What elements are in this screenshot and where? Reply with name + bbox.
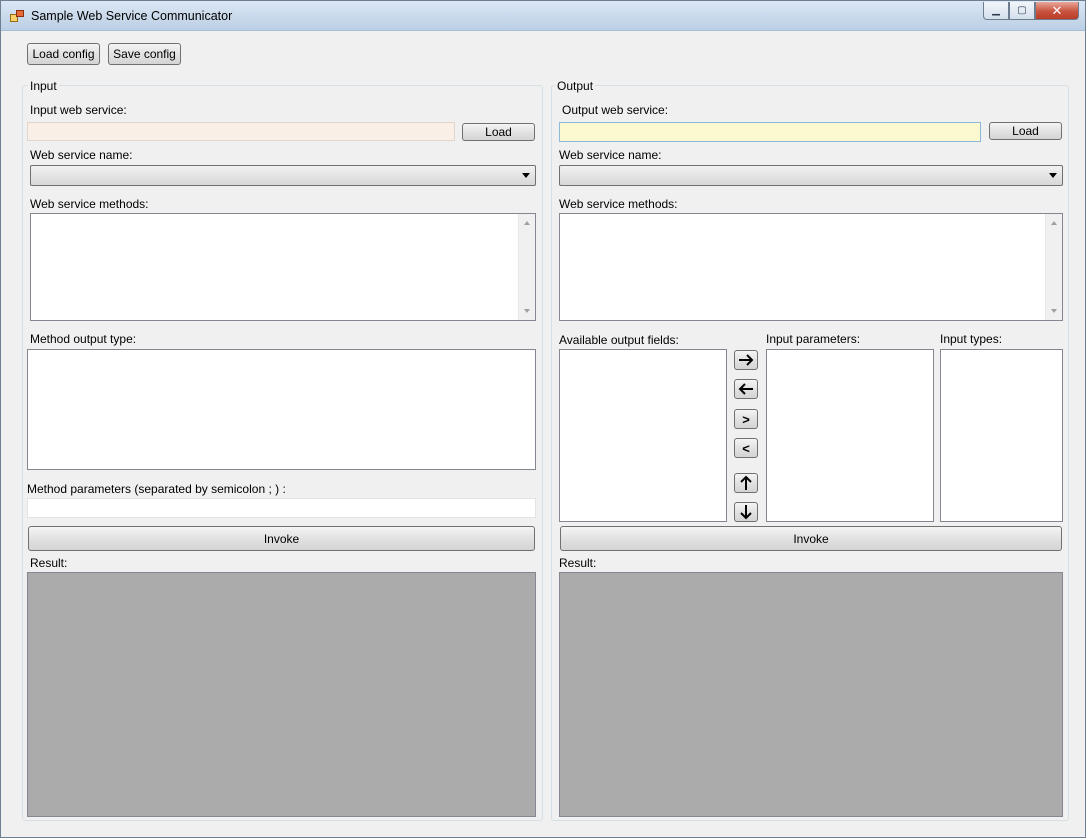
output-result-label: Result: [559,556,597,570]
input-web-service-label: Input web service: [30,103,127,117]
scroll-down-icon[interactable] [1051,309,1057,313]
minimize-icon: ▁ [992,5,1000,16]
window-title: Sample Web Service Communicator [31,9,233,23]
output-methods-scrollbar[interactable] [1045,214,1062,320]
app-icon [10,10,24,22]
output-load-button[interactable]: Load [989,122,1062,140]
less-than-icon: < [742,440,750,456]
available-output-fields-label: Available output fields: [559,333,679,347]
maximize-button[interactable]: ▢ [1009,2,1035,20]
output-result-area[interactable] [559,572,1063,817]
input-load-button[interactable]: Load [462,123,535,141]
input-result-label: Result: [30,556,68,570]
method-parameters-label: Method parameters (separated by semicolo… [27,482,286,496]
move-left-button[interactable] [734,379,758,399]
input-group-label: Input [28,79,59,93]
move-down-button[interactable] [734,502,758,522]
move-less-button[interactable]: < [734,438,758,458]
input-parameters-list[interactable] [766,349,934,522]
input-invoke-button[interactable]: Invoke [28,526,535,551]
method-output-type-box[interactable] [27,349,536,470]
title-bar[interactable]: Sample Web Service Communicator ▁ ▢ ✕ [1,1,1085,31]
chevron-down-icon [522,173,530,178]
output-service-name-dropdown[interactable] [559,165,1063,186]
output-service-name-label: Web service name: [559,148,662,162]
minimize-button[interactable]: ▁ [983,2,1009,20]
scroll-up-icon[interactable] [1051,221,1057,225]
close-icon: ✕ [1051,2,1063,18]
input-methods-label: Web service methods: [30,197,149,211]
available-output-fields-list[interactable] [559,349,727,522]
output-web-service-label: Output web service: [562,103,669,117]
input-service-name-dropdown[interactable] [30,165,536,186]
method-output-type-label: Method output type: [30,332,137,346]
scroll-down-icon[interactable] [524,309,530,313]
input-methods-scrollbar[interactable] [518,214,535,320]
input-web-service-field[interactable] [27,122,455,141]
output-group-label: Output [555,79,596,93]
input-parameters-label: Input parameters: [766,332,861,346]
arrow-up-icon [740,475,752,490]
input-result-area[interactable] [27,572,536,817]
move-right-button[interactable] [734,350,758,370]
output-methods-label: Web service methods: [559,197,678,211]
input-service-name-label: Web service name: [30,148,133,162]
output-methods-list[interactable] [559,213,1063,321]
arrow-left-icon [738,383,753,395]
close-button[interactable]: ✕ [1035,2,1079,20]
chevron-down-icon [1049,173,1057,178]
greater-than-icon: > [742,411,750,427]
save-config-button[interactable]: Save config [108,43,181,65]
move-up-button[interactable] [734,473,758,493]
maximize-icon: ▢ [1017,5,1027,16]
arrow-right-icon [739,354,754,366]
scroll-up-icon[interactable] [524,221,530,225]
output-web-service-field[interactable] [559,122,981,142]
input-methods-list[interactable] [30,213,536,321]
method-parameters-field[interactable] [27,498,536,518]
arrow-down-icon [740,505,752,520]
input-types-list[interactable] [940,349,1063,522]
move-greater-button[interactable]: > [734,409,758,429]
input-types-label: Input types: [940,332,1003,346]
main-window: Sample Web Service Communicator ▁ ▢ ✕ Lo… [0,0,1086,838]
window-controls: ▁ ▢ ✕ [983,2,1079,22]
output-invoke-button[interactable]: Invoke [560,526,1062,551]
load-config-button[interactable]: Load config [27,43,100,65]
